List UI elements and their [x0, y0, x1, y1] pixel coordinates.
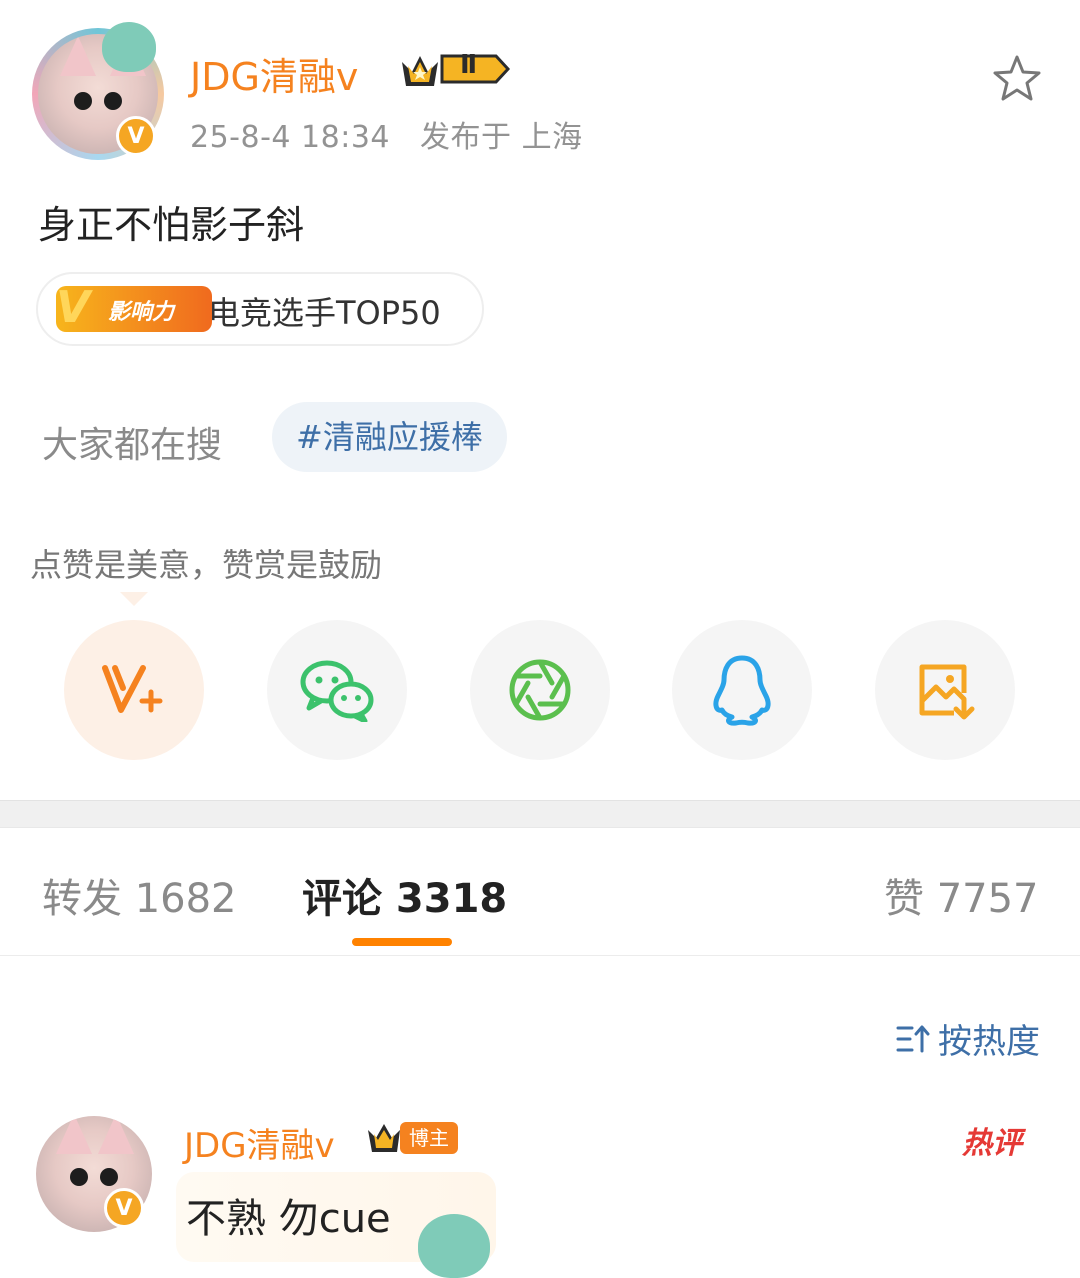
wechat-icon [300, 660, 374, 722]
dragon-sticker-icon [418, 1214, 490, 1278]
influence-logo: V 影响力 [56, 282, 212, 333]
blogger-badge-text: 博主 [400, 1122, 458, 1154]
prompt-pointer [120, 592, 148, 606]
hot-comment-tag: 热评 [962, 1126, 1022, 1161]
cat-eye-left [74, 92, 92, 110]
appreciation-prompt: 点赞是美意，赞赏是鼓励 [30, 546, 383, 584]
author-name[interactable]: JDG清融v [190, 46, 358, 101]
influence-ranking-pill[interactable]: V 影响力 电竞选手TOP50 [36, 272, 484, 346]
qq-penguin-icon [713, 655, 771, 726]
tab-repost[interactable]: 转发 1682 [42, 866, 237, 924]
trending-search-label: 大家都在搜 [42, 425, 223, 466]
member-level-text: Ⅱ [460, 50, 478, 80]
influence-logo-text: 影响力 [108, 300, 175, 325]
v-plus-icon [102, 665, 163, 713]
moments-aperture-icon [509, 659, 571, 721]
sort-label: 按热度 [938, 1022, 1040, 1062]
comment-author-name[interactable]: JDG清融v [184, 1118, 335, 1167]
post-timestamp: 25-8-4 18:34 [190, 120, 390, 155]
save-image-button[interactable] [875, 620, 1015, 760]
cat-eye-right [104, 92, 122, 110]
comment-text: 不熟 勿cue [186, 1196, 391, 1242]
cat-eye-left [70, 1168, 88, 1186]
influence-ranking-label: 电竞选手TOP50 [208, 294, 441, 332]
share-moments-button[interactable] [470, 620, 610, 760]
share-qq-button[interactable] [672, 620, 812, 760]
author-avatar[interactable]: V [32, 22, 164, 160]
reward-button[interactable] [64, 620, 204, 760]
tab-likes[interactable]: 赞 7757 [884, 866, 1039, 924]
dragon-sticker-icon [102, 22, 156, 72]
post-location: 发布于 上海 [420, 120, 583, 155]
cat-ear-left [56, 1116, 92, 1154]
cat-ear-left [60, 36, 96, 76]
active-tab-indicator [352, 938, 452, 946]
trending-hashtag[interactable]: #清融应援棒 [272, 402, 507, 472]
sort-icon [896, 1025, 930, 1052]
save-image-icon [919, 664, 975, 720]
post-body-text: 身正不怕影子斜 [38, 203, 305, 247]
verified-v-icon: V [116, 116, 156, 156]
cat-ear-right [98, 1116, 134, 1154]
member-crown-icon[interactable] [398, 48, 510, 90]
favorite-star-icon[interactable] [990, 52, 1044, 106]
sort-by-hot-button[interactable]: 按热度 [896, 1014, 1040, 1063]
share-wechat-button[interactable] [267, 620, 407, 760]
influence-v-icon: V [56, 282, 91, 333]
cat-eye-right [100, 1168, 118, 1186]
tabs-divider [0, 955, 1080, 956]
author-badge: 博主 [366, 1120, 458, 1156]
post-meta: 25-8-4 18:34 发布于 上海 [190, 112, 583, 156]
tab-comments[interactable]: 评论 3318 [302, 866, 507, 924]
section-divider [0, 800, 1080, 828]
verified-v-icon: V [104, 1188, 144, 1228]
